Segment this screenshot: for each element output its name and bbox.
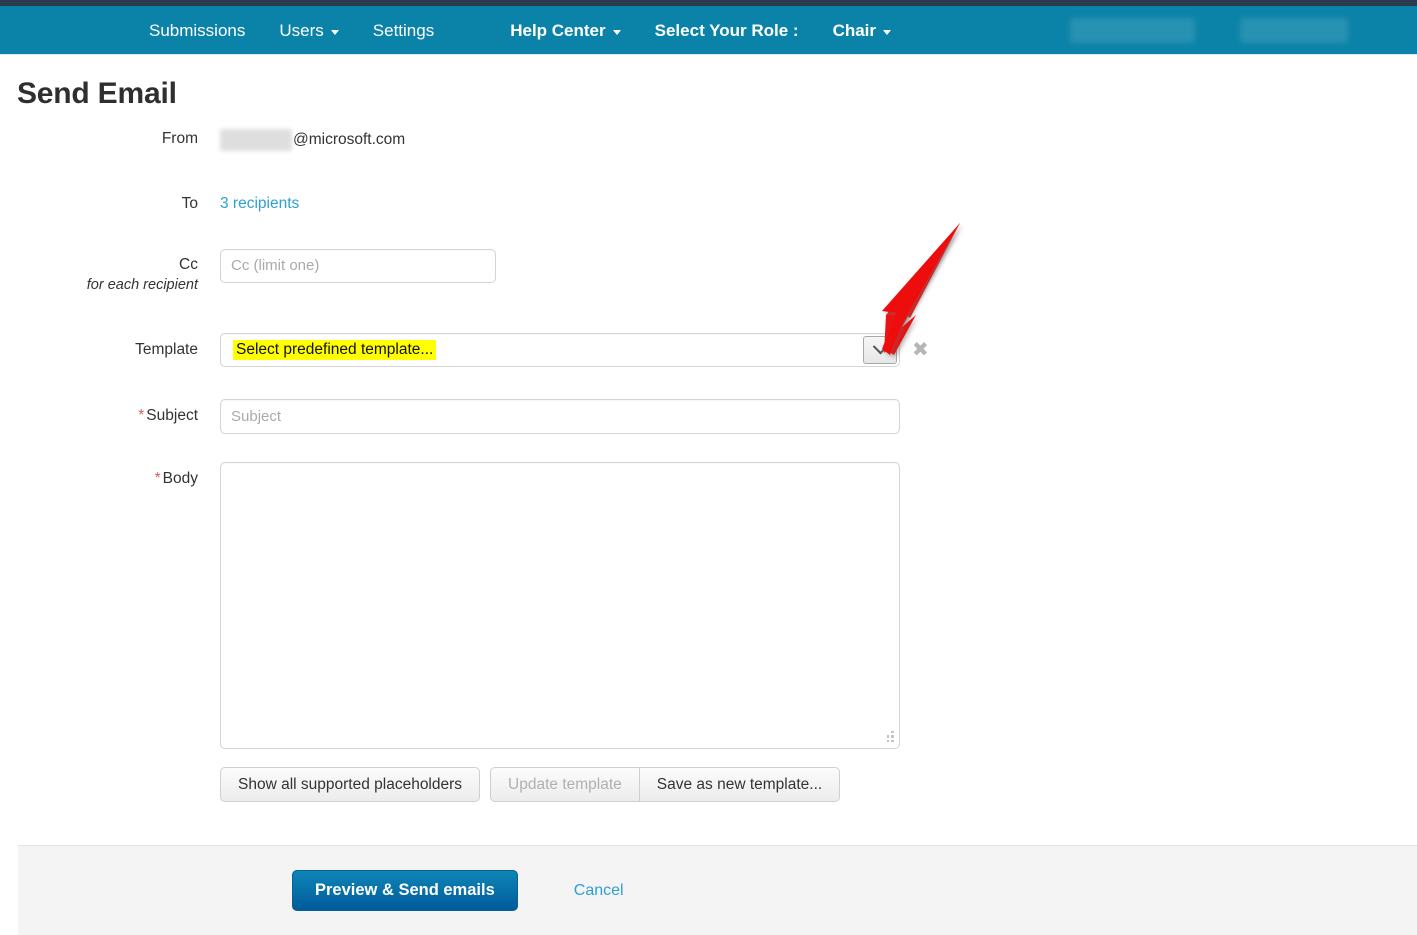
body-label-text: Body	[162, 469, 198, 487]
subject-field	[220, 398, 1417, 434]
recipients-link[interactable]: 3 recipients	[220, 195, 299, 212]
form-row-subject: * Subject	[0, 398, 1417, 434]
form-row-template-actions: Show all supported placeholders Update t…	[0, 766, 1417, 803]
template-dropdown-button[interactable]	[863, 335, 897, 364]
nav-redacted-item-1	[1070, 18, 1195, 43]
form-row-template: Template Select predefined template... ✖	[0, 332, 1417, 367]
nav-redacted-item-2	[1240, 18, 1348, 43]
nav-item-label: Users	[279, 20, 324, 40]
form-row-from: From @microsoft.com	[0, 129, 1417, 156]
required-asterisk: *	[154, 469, 161, 487]
subject-label: * Subject	[0, 399, 220, 426]
nav-label-select-your-role: Select Your Role :	[638, 22, 816, 39]
caret-down-icon	[883, 29, 892, 35]
cc-sublabel: for each recipient	[86, 277, 198, 294]
redacted-email-user	[220, 129, 292, 151]
body-textarea-wrap	[220, 461, 900, 749]
close-x-icon[interactable]: ✖	[912, 340, 929, 360]
form-row-to: To 3 recipients	[0, 195, 1417, 214]
nav-item-label: Settings	[372, 20, 435, 40]
template-select[interactable]: Select predefined template...	[220, 332, 900, 367]
body-label: * Body	[0, 462, 220, 489]
template-label: Template	[135, 340, 198, 358]
template-actions-group: Show all supported placeholders Update t…	[220, 766, 1417, 803]
cc-field	[220, 248, 1417, 283]
subject-label-text: Subject	[146, 406, 198, 424]
save-as-new-template-button[interactable]: Save as new template...	[638, 766, 841, 803]
send-email-form: From @microsoft.com To 3 recipients Cc f…	[0, 129, 1417, 803]
template-actions-field: Show all supported placeholders Update t…	[220, 766, 1417, 803]
nav-item-users[interactable]: Users	[262, 22, 355, 39]
main-navbar: Submissions Users Settings Help Center S…	[0, 6, 1417, 55]
page-title: Send Email	[17, 77, 177, 110]
cancel-link[interactable]: Cancel	[574, 882, 624, 900]
cc-label-text: Cc	[179, 255, 198, 273]
from-domain: @microsoft.com	[293, 131, 406, 148]
preview-and-send-button[interactable]: Preview & Send emails	[292, 870, 518, 911]
footer-action-bar: Preview & Send emails Cancel	[18, 845, 1417, 935]
show-placeholders-button[interactable]: Show all supported placeholders	[220, 766, 481, 803]
nav-item-submissions[interactable]: Submissions	[132, 22, 262, 39]
template-selected-value: Select predefined template...	[233, 339, 437, 360]
template-field: Select predefined template... ✖	[220, 332, 1417, 367]
form-row-body: * Body	[0, 461, 1417, 749]
from-value: @microsoft.com	[220, 129, 405, 151]
to-field: 3 recipients	[220, 195, 1417, 213]
from-field: @microsoft.com	[220, 129, 1417, 156]
subject-input[interactable]	[220, 398, 900, 434]
update-template-button[interactable]: Update template	[490, 766, 640, 803]
cc-input[interactable]	[220, 248, 496, 283]
nav-item-help-center[interactable]: Help Center	[493, 22, 637, 39]
nav-item-role-chair[interactable]: Chair	[816, 22, 908, 39]
to-label: To	[181, 195, 198, 212]
template-save-button-group: Update template Save as new template...	[490, 766, 841, 803]
nav-item-settings[interactable]: Settings	[356, 22, 451, 39]
nav-item-label: Help Center	[510, 20, 606, 40]
caret-down-icon	[612, 29, 621, 35]
form-row-cc: Cc for each recipient	[0, 248, 1417, 295]
body-textarea[interactable]	[220, 461, 900, 749]
nav-item-label: Chair	[832, 20, 877, 40]
body-field	[220, 461, 1417, 749]
nav-item-label: Select Your Role :	[654, 20, 799, 40]
nav-right-group	[1070, 6, 1348, 55]
template-control-group: Select predefined template... ✖	[220, 332, 1417, 367]
required-asterisk: *	[138, 406, 145, 424]
from-label: From	[161, 130, 198, 147]
caret-down-icon	[330, 29, 339, 35]
chevron-down-icon	[872, 338, 888, 355]
cc-label: Cc for each recipient	[0, 249, 220, 295]
nav-item-label: Submissions	[149, 20, 246, 40]
